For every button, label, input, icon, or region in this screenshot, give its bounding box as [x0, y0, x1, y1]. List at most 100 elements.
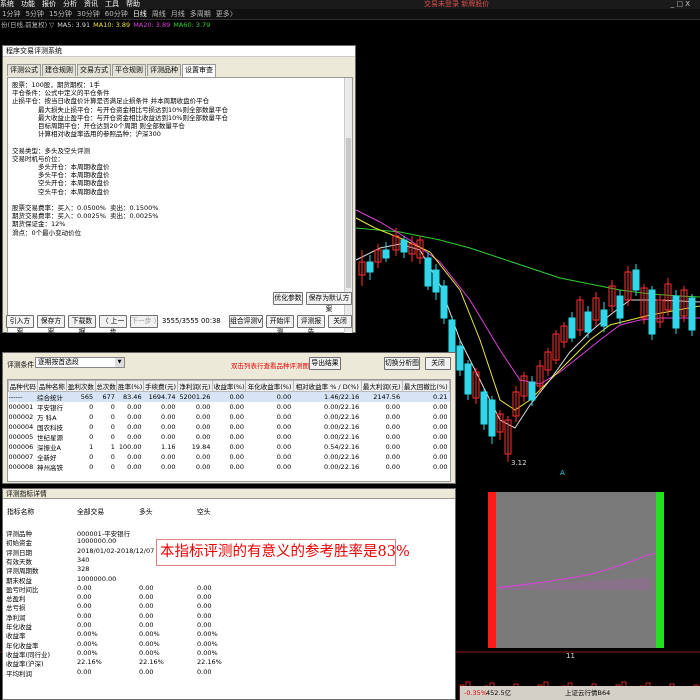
strategy-test-window: 程序交易评测系统 评测公式 建仓规则 交易方式 平仓规则 评测品种 设置审查 股票：100… — [2, 45, 356, 333]
table-cell: 0.00 — [433, 403, 448, 411]
period-button[interactable]: 更多〉 — [216, 10, 237, 18]
period-button[interactable]: 30分钟 — [77, 10, 100, 18]
table-row[interactable]: 000006 深振业A 1 1 100.00 1.16 19.84 0.00 0.00 0.54/… — [9, 442, 450, 452]
column-header[interactable]: 手续费(元) — [143, 380, 178, 392]
candlestick — [472, 368, 480, 404]
combo-test-button[interactable]: 组合评测V — [229, 315, 263, 328]
candlestick — [680, 286, 688, 322]
prev-step-button[interactable]: 〈 上一步 — [99, 315, 127, 336]
candlestick — [560, 322, 568, 348]
tab-item[interactable]: 建仓规则 — [42, 64, 76, 76]
period-toolbar: 1分钟 5分钟 15分钟 30分钟 60分钟 日线 周线 月线 多周期 更多〉 — [0, 9, 700, 20]
col-header-long: 多头 — [139, 508, 153, 516]
table-cell: 0.00 — [433, 453, 448, 461]
detail-cell: 0.00 — [139, 621, 154, 629]
period-button[interactable]: 60分钟 — [105, 10, 128, 18]
status-change: -0.35% — [464, 689, 487, 697]
table-cell: 0.00 — [229, 413, 244, 421]
condition-select[interactable]: 逐期按首选段 ▼ — [35, 357, 125, 368]
period-button[interactable]: 多周期 — [190, 10, 211, 18]
period-button[interactable]: 周线 — [152, 10, 166, 18]
table-cell: 国农科技 — [37, 424, 64, 432]
download-data-button[interactable]: 下载数据 — [68, 315, 96, 336]
summary-line: 空头开仓：本周期收盘价 — [38, 179, 110, 188]
column-header[interactable]: 胜率(%) — [116, 380, 145, 392]
table-row[interactable]: ------ 综合统计 565 677 83.46 1694.74 52001.26 0.00… — [8, 391, 450, 402]
column-header[interactable]: 总次数 — [94, 380, 118, 392]
menu-item[interactable]: 功能 — [21, 0, 35, 8]
column-header[interactable]: 最大回撤比(%) — [401, 380, 451, 392]
import-scheme-button[interactable]: 引入方案 — [6, 315, 34, 336]
tab-item[interactable]: 设置审查 — [182, 64, 216, 77]
period-button[interactable]: 15分钟 — [49, 10, 72, 18]
candlestick — [440, 280, 448, 324]
period-button[interactable]: 月线 — [171, 10, 185, 18]
table-cell: 0.00 — [385, 423, 401, 431]
table-cell: 0.00 — [433, 423, 448, 431]
candlestick — [616, 290, 624, 324]
summary-line: 多头开仓：本周期收盘价 — [38, 163, 110, 171]
tab-item[interactable]: 评测品种 — [147, 64, 181, 76]
candlestick — [528, 376, 536, 406]
export-result-button[interactable]: 导出结果 — [309, 357, 341, 370]
next-step-button[interactable]: 下一步 〉 — [130, 315, 160, 328]
menu-item[interactable]: 分析 — [63, 0, 77, 8]
table-cell: 0.00 — [385, 433, 401, 441]
table-row[interactable]: 000001 平安银行 0 0 0.00 0.00 0.00 0.00 0.00 0.00/22.… — [9, 402, 450, 412]
period-button[interactable]: 5分钟 — [25, 10, 43, 18]
tab-item[interactable]: 平仓规则 — [112, 64, 146, 76]
table-cell: 0.00 — [127, 453, 142, 461]
table-cell: 0.00 — [161, 433, 176, 441]
menu-item[interactable]: 工具 — [105, 0, 119, 8]
period-button[interactable]: 日线 — [133, 10, 147, 18]
column-header[interactable]: 最大利润(元) — [360, 380, 403, 392]
table-cell: 0.00/22.16 — [324, 463, 360, 471]
table-cell: 000002 — [8, 413, 34, 421]
close-result-button[interactable]: 关闭 — [425, 357, 451, 370]
menu-item[interactable]: 帮助 — [126, 0, 140, 8]
period-button[interactable]: 1分钟 — [2, 10, 20, 18]
detail-cell: 0.00% — [197, 639, 218, 648]
summary-line: 多头平仓：本周期收盘价 — [38, 171, 110, 180]
table-cell: 0.00 — [385, 413, 401, 421]
menu-item[interactable]: 报价 — [42, 0, 56, 8]
save-scheme-button[interactable]: 保存方案 — [37, 315, 65, 336]
table-cell: 000001 — [8, 403, 34, 411]
table-row[interactable]: 000007 全新好 0 0 0.00 0.00 0.00 0.00 0.00 0.00/22.1… — [9, 452, 450, 462]
table-cell: 0 — [89, 403, 94, 411]
column-header[interactable]: 品种代码 — [8, 380, 38, 392]
column-header[interactable]: 盈利次数 — [66, 380, 96, 392]
table-cell: 0.00 — [433, 443, 448, 451]
column-header[interactable]: 相对收益率 % / D(%) — [292, 380, 362, 392]
table-row[interactable]: 000008 神州高铁 0 0 0.00 0.00 0.00 0.00 0.00 0.00/22.… — [9, 462, 450, 472]
switch-chart-button[interactable]: 切换分析图 — [384, 357, 420, 370]
table-row[interactable]: 000002 万 科A 0 0 0.00 0.00 0.00 0.00 0.00 0.00/22.… — [9, 412, 450, 422]
column-header[interactable]: 品种名称 — [36, 380, 68, 392]
start-test-button[interactable]: 开始评测 — [266, 315, 294, 336]
column-header[interactable]: 年化收益率(%) — [245, 380, 294, 392]
close-button[interactable]: 关闭 — [328, 315, 352, 328]
detail-cell: 0.00 — [197, 611, 212, 620]
column-header[interactable]: 净利润(元) — [177, 380, 213, 392]
table-row[interactable]: 000004 国农科技 0 0 0.00 0.00 0.00 0.00 0.00 0.00/22.… — [9, 422, 450, 432]
indicator-frame — [488, 492, 664, 648]
detail-cell: 0.00 — [197, 593, 212, 602]
table-cell: 0.00 — [161, 423, 176, 431]
tab-item[interactable]: 评测公式 — [7, 64, 41, 76]
chart-marker: A — [560, 469, 565, 477]
column-header[interactable]: 收益率(%) — [211, 380, 247, 392]
col-header-name: 指标名称 — [7, 508, 35, 516]
save-default-button[interactable]: 保存为默认方案 — [306, 292, 352, 313]
summary-line: 计算相对收益率选用的参照品种：沪深300 — [38, 130, 161, 139]
menu-item[interactable]: 资讯 — [84, 0, 98, 8]
login-status[interactable]: 交易未登录 新牌股价 — [424, 0, 489, 9]
test-report-button[interactable]: 评测报告 — [297, 315, 325, 336]
tab-item[interactable]: 交易方式 — [77, 64, 111, 76]
menu-item[interactable]: 系统 — [0, 0, 14, 8]
detail-cell: 0.00 — [77, 667, 92, 676]
summary-line: 最大收益止盈平仓：与开仓资金相比收益达到10%则全部数量平仓 — [38, 113, 228, 122]
window-controls[interactable]: _ □ X — [671, 0, 690, 9]
table-row[interactable]: 000005 世纪星源 0 0 0.00 0.00 0.00 0.00 0.00 0.00/22.… — [9, 432, 450, 442]
optimize-params-button[interactable]: 优化参数 — [273, 292, 303, 305]
detail-cell: 328 — [77, 565, 90, 574]
